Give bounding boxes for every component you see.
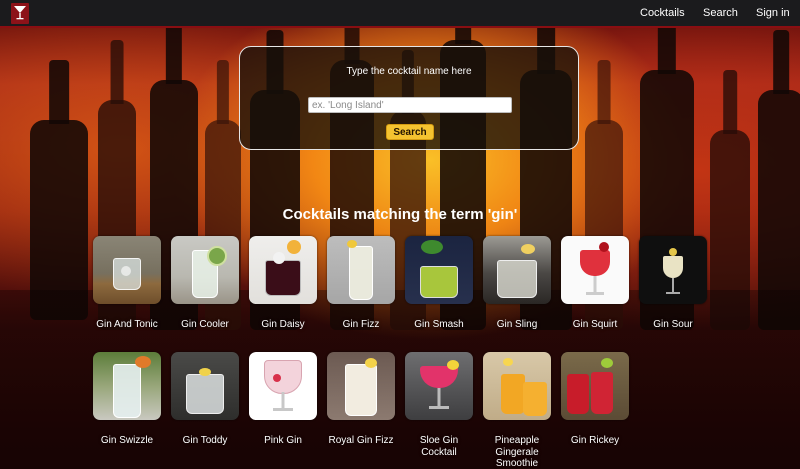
cocktail-name: Gin And Tonic <box>96 319 158 330</box>
cocktail-photo <box>405 352 473 420</box>
cocktail-card[interactable]: Gin Sour <box>639 236 707 331</box>
cocktail-photo <box>249 352 317 420</box>
cocktail-card[interactable]: Gin Smash <box>405 236 473 331</box>
cocktail-photo <box>327 236 395 304</box>
cocktail-card[interactable]: Gin Daisy <box>249 236 317 331</box>
cocktail-photo <box>171 352 239 420</box>
top-navbar: Cocktails Search Sign in <box>0 0 800 28</box>
cocktail-card[interactable]: Gin Sling <box>483 236 551 331</box>
cocktail-card[interactable]: Gin Toddy <box>171 352 239 447</box>
cocktail-name: Gin Smash <box>414 319 464 330</box>
cocktail-name: Gin Sling <box>496 319 538 330</box>
cocktail-name: Gin Swizzle <box>100 435 154 446</box>
cocktail-name: Gin Toddy <box>182 435 228 446</box>
cocktail-card[interactable]: Gin Fizz <box>327 236 395 331</box>
cocktail-card[interactable]: Gin Swizzle <box>93 352 161 447</box>
cocktail-name: Pink Gin <box>264 435 302 446</box>
nav-search-link[interactable]: Search <box>703 7 738 19</box>
results-heading: Cocktails matching the term 'gin' <box>282 206 518 223</box>
cocktail-photo <box>639 236 707 304</box>
cocktail-photo <box>171 236 239 304</box>
cocktail-logo-icon[interactable] <box>11 3 29 24</box>
nav-signin-link[interactable]: Sign in <box>756 7 790 19</box>
cocktail-name: Gin Rickey <box>570 435 620 446</box>
cocktail-photo <box>93 236 161 304</box>
cocktail-photo <box>561 236 629 304</box>
cocktail-name: Sloe Gin Cocktail <box>419 435 459 458</box>
cocktail-card[interactable]: Sloe Gin Cocktail <box>405 352 473 458</box>
search-label: Type the cocktail name here <box>346 66 472 77</box>
page: Cocktails Search Sign in Type the cockta… <box>0 0 800 469</box>
cocktail-card[interactable]: Pink Gin <box>249 352 317 447</box>
cocktail-card[interactable]: Pineapple Gingerale Smoothie <box>483 352 551 469</box>
cocktail-photo <box>483 236 551 304</box>
cocktail-name: Gin Fizz <box>342 319 380 330</box>
cocktail-photo <box>405 236 473 304</box>
cocktail-card[interactable]: Gin Cooler <box>171 236 239 331</box>
cocktail-card[interactable]: Gin Rickey <box>561 352 629 447</box>
cocktail-photo <box>327 352 395 420</box>
nav-cocktails-link[interactable]: Cocktails <box>640 7 685 19</box>
cocktail-name: Gin Squirt <box>572 319 618 330</box>
cocktail-card[interactable]: Royal Gin Fizz <box>327 352 395 447</box>
cocktail-name: Pineapple Gingerale Smoothie <box>494 435 540 469</box>
search-panel: Type the cocktail name here Search <box>239 46 579 150</box>
cocktail-card[interactable]: Gin And Tonic <box>93 236 161 331</box>
cocktail-photo <box>249 236 317 304</box>
cocktail-name: Gin Daisy <box>261 319 305 330</box>
cocktail-photo <box>483 352 551 420</box>
cocktail-photo <box>561 352 629 420</box>
cocktail-name: Gin Cooler <box>181 319 229 330</box>
cocktail-card[interactable]: Gin Squirt <box>561 236 629 331</box>
cocktail-name: Royal Gin Fizz <box>328 435 394 446</box>
search-button[interactable]: Search <box>386 124 434 140</box>
cocktail-photo <box>93 352 161 420</box>
search-input[interactable] <box>308 97 512 113</box>
cocktail-name: Gin Sour <box>653 319 693 330</box>
